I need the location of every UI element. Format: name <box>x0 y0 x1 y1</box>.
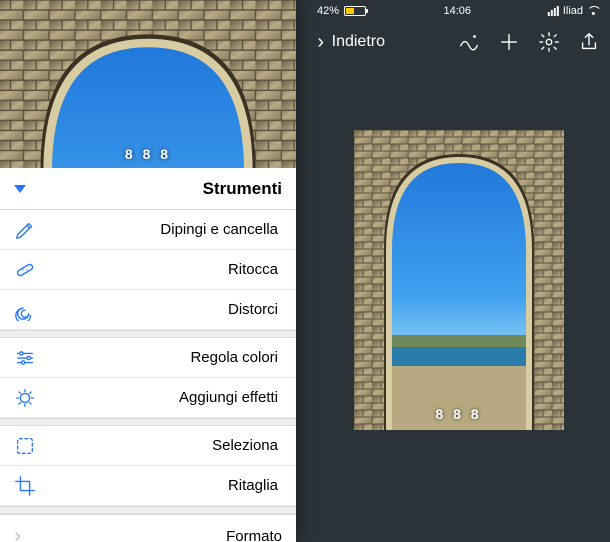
tool-item-distort[interactable]: Distorci <box>0 290 296 330</box>
back-button[interactable]: Indietro › <box>317 31 385 54</box>
tool-label: Distorci <box>228 301 278 318</box>
arch-image <box>0 0 296 168</box>
format-row[interactable]: Formato › <box>0 514 296 542</box>
marquee-icon <box>14 435 36 457</box>
back-label: Indietro <box>332 33 385 51</box>
tool-label: Aggiungi effetti <box>179 389 278 406</box>
watermark: 8 8 8 <box>125 146 171 162</box>
canvas-photo-cropped: 8 8 8 <box>0 0 296 168</box>
separator <box>0 506 296 514</box>
spiral-icon <box>14 299 36 321</box>
phone-left-screen: 8 8 8 Strumenti Dipingi e cancella Ritoc… <box>0 0 296 542</box>
carrier-label: Iliad <box>563 5 583 17</box>
format-label: Formato <box>226 528 282 542</box>
chevron-right-icon: › <box>317 31 324 54</box>
fx-icon[interactable] <box>458 31 480 53</box>
status-bar: Iliad 14:06 42% <box>307 0 610 22</box>
tool-label: Dipingi e cancella <box>160 221 278 238</box>
arch-image <box>354 130 564 430</box>
tool-item-paint-erase[interactable]: Dipingi e cancella <box>0 210 296 250</box>
wifi-icon <box>587 6 600 16</box>
phone-right-screen: Iliad 14:06 42% Indietro › <box>307 0 610 542</box>
sliders-icon <box>14 347 36 369</box>
tool-item-select[interactable]: Seleziona <box>0 426 296 466</box>
watermark: 8 8 8 <box>435 406 481 422</box>
tool-item-crop[interactable]: Ritaglia <box>0 466 296 506</box>
sparkle-icon <box>14 387 36 409</box>
tool-item-add-effects[interactable]: Aggiungi effetti <box>0 378 296 418</box>
tool-label: Ritocca <box>228 261 278 278</box>
chevron-right-icon: › <box>14 525 21 542</box>
battery-icon <box>344 6 366 16</box>
crop-icon <box>14 475 36 497</box>
signal-icon <box>548 6 559 16</box>
bandage-icon <box>14 259 36 281</box>
separator <box>0 418 296 426</box>
tool-item-adjust-colors[interactable]: Regola colori <box>0 338 296 378</box>
tool-label: Seleziona <box>212 437 278 454</box>
canvas-photo[interactable]: 8 8 8 <box>354 130 564 430</box>
share-icon[interactable] <box>578 31 600 53</box>
plus-icon[interactable] <box>498 31 520 53</box>
app-toolbar: Indietro › <box>307 22 610 62</box>
separator <box>0 330 296 338</box>
clock: 14:06 <box>443 5 471 17</box>
battery-pct: 42% <box>317 5 339 17</box>
gear-icon[interactable] <box>538 31 560 53</box>
tool-item-retouch[interactable]: Ritocca <box>0 250 296 290</box>
tool-label: Regola colori <box>190 349 278 366</box>
brush-icon <box>14 219 36 241</box>
tool-label: Ritaglia <box>228 477 278 494</box>
tools-panel-header[interactable]: Strumenti <box>0 168 296 210</box>
tools-list: Dipingi e cancella Ritocca Distorci Rego… <box>0 210 296 542</box>
tools-title: Strumenti <box>203 179 282 199</box>
chevron-down-icon <box>14 185 26 193</box>
